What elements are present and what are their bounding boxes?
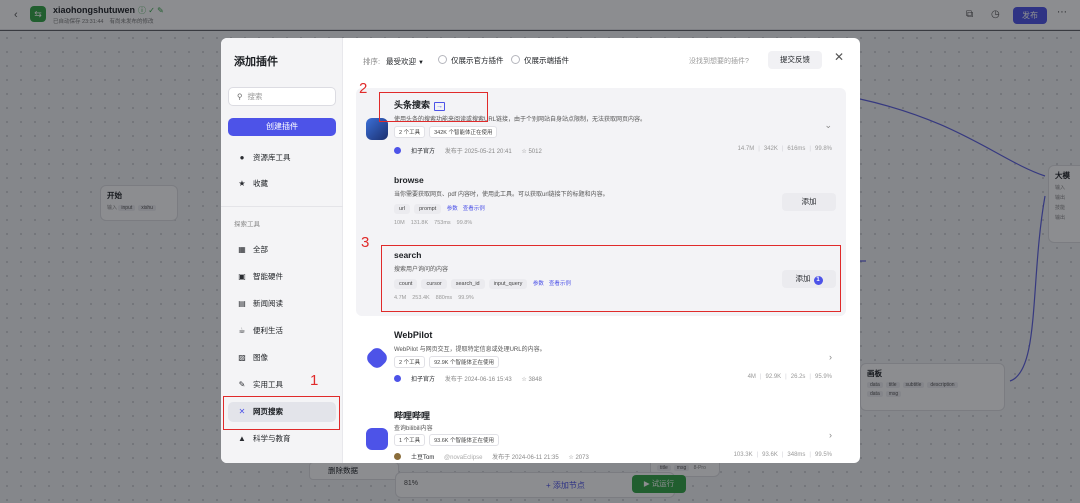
sidebar-item-web-search[interactable]: ✕ 网页搜索: [228, 402, 336, 422]
search-input[interactable]: ⚲ 搜索: [228, 87, 336, 106]
official-badge-icon: [394, 147, 401, 154]
annotation-number-3: 3: [361, 234, 370, 251]
sidebar-item-news[interactable]: ▤ 新闻阅读: [228, 294, 336, 314]
toutiao-plugin-icon: [366, 118, 388, 140]
sidebar-item-smart-hardware[interactable]: ▣ 智能硬件: [228, 267, 336, 287]
tool-row-search: search 搜索用户询问的内容 count cursor search_id inp…: [394, 250, 836, 301]
plugin-list[interactable]: 头条搜索 → 使用头条的搜索功能来阅读或搜索URL链接，由于个别网站自身站点限制，…: [343, 80, 860, 463]
plugin-name: WebPilot: [394, 330, 433, 340]
plugin-meta: 土豆Tom @novaEclipse 发布于 2024-06-11 21:35 …: [394, 452, 589, 461]
graduation-cap-icon: ▲: [238, 434, 246, 443]
plugin-tags: 2 个工具 92.9K 个智能体正在使用: [394, 356, 503, 368]
tool-params: url prompt 参数 查看示例: [394, 204, 836, 214]
annotation-number-2: 2: [359, 80, 368, 97]
chevron-right-icon[interactable]: ›: [829, 430, 832, 440]
example-link[interactable]: 查看示例: [549, 281, 571, 287]
tool-row-browse: browse 当你需要获取网页、pdf 内容时，使用此工具。可以获取url链接下…: [394, 175, 836, 226]
tool-description: 搜索用户询问的内容: [394, 267, 449, 273]
plugin-meta: 扣子官方 发布于 2024-06-16 15:43 ☆ 3848: [394, 374, 542, 383]
params-link[interactable]: 参数: [447, 206, 458, 212]
plugin-name: 哔哩哔哩: [394, 411, 431, 421]
favorite-count[interactable]: ☆ 2073: [568, 455, 588, 461]
tool-params: count cursor search_id input_query 参数 查看示例: [394, 279, 836, 289]
avatar: [394, 453, 401, 460]
sidebar-item-utilities[interactable]: ✎ 实用工具: [228, 375, 336, 395]
caret-down-icon: ▼: [418, 60, 424, 66]
book-icon: ▤: [238, 299, 246, 308]
tool-description: 当你需要获取网页、pdf 内容时，使用此工具。可以获取url链接下的标题和内容。: [394, 192, 609, 198]
plugin-description: 使用头条的搜索功能来阅读或搜索URL链接，由于个别网站自身站点限制，无法获取网页…: [394, 117, 647, 123]
sort-label: 排序:: [363, 57, 381, 66]
tool-stats: 10M 131.8K 753ms 99.8%: [394, 220, 473, 226]
added-count-badge: 1: [813, 276, 823, 285]
sidebar-item-favorites[interactable]: ★ 收藏: [228, 174, 336, 194]
feedback-button[interactable]: 提交反馈: [768, 51, 822, 69]
web-search-icon: ✕: [238, 407, 246, 416]
person-icon: ●: [239, 153, 245, 162]
plugin-main: 排序: 最受欢迎 ▼ 仅展示官方插件 仅展示端插件 没找到想要的插件? 提交反馈 …: [343, 38, 860, 463]
external-link-icon[interactable]: →: [434, 102, 446, 111]
plugin-description: WebPilot 与网页交互，提取特定信息或处理URL的内容。: [394, 347, 546, 353]
plugin-name: 头条搜索 →: [394, 100, 446, 111]
modal-title: 添加插件: [234, 56, 278, 68]
webpilot-plugin-icon: [364, 345, 390, 371]
cup-icon: ☕: [238, 326, 246, 335]
sidebar-item-science-education[interactable]: ▲ 科学与教育: [228, 429, 336, 449]
tool-stats: 4.7M 253.4K 880ms 99.9%: [394, 295, 474, 301]
example-link[interactable]: 查看示例: [463, 206, 485, 212]
favorite-count[interactable]: ☆ 3848: [521, 377, 541, 383]
sidebar-section-title: 探索工具: [234, 221, 260, 228]
plugin-tags: 1 个工具 93.6K 个智能体正在使用: [394, 434, 503, 446]
plugin-sidebar: 添加插件 ⚲ 搜索 创建插件 ● 资源库工具 ★ 收藏 探索工具 ▦ 全部 ▣ 智能硬件 …: [221, 38, 343, 463]
grid-icon: ▦: [238, 245, 246, 254]
plugin-card-webpilot[interactable]: WebPilot WebPilot 与网页交互，提取特定信息或处理URL的内容。…: [356, 328, 846, 398]
client-only-radio[interactable]: 仅展示端插件: [511, 55, 569, 66]
close-icon[interactable]: ✕: [834, 50, 844, 64]
add-plugin-modal: 添加插件 ⚲ 搜索 创建插件 ● 资源库工具 ★ 收藏 探索工具 ▦ 全部 ▣ 智能硬件 …: [221, 38, 860, 463]
sidebar-item-life[interactable]: ☕ 便利生活: [228, 321, 336, 341]
sidebar-item-all[interactable]: ▦ 全部: [228, 240, 336, 260]
tool-name: search: [394, 250, 422, 260]
sidebar-item-image[interactable]: ▨ 图像: [228, 348, 336, 368]
official-badge-icon: [394, 375, 401, 382]
params-link[interactable]: 参数: [533, 281, 544, 287]
sort-dropdown[interactable]: 最受欢迎 ▼: [386, 56, 424, 67]
star-icon: ★: [238, 179, 246, 188]
tool-name: browse: [394, 175, 424, 185]
image-icon: ▨: [238, 353, 246, 362]
filter-bar: 排序: 最受欢迎 ▼ 仅展示官方插件 仅展示端插件 没找到想要的插件? 提交反馈 …: [343, 38, 860, 80]
chip-icon: ▣: [238, 272, 246, 281]
chevron-right-icon[interactable]: ›: [829, 352, 832, 362]
plugin-card-toutiao[interactable]: 头条搜索 → 使用头条的搜索功能来阅读或搜索URL链接，由于个别网站自身站点限制，…: [356, 88, 846, 316]
plugin-card-bilibili[interactable]: 哔哩哔哩 查询bilibili内容 1 个工具 93.6K 个智能体正在使用 土豆…: [356, 406, 846, 463]
official-only-radio[interactable]: 仅展示官方插件: [438, 55, 504, 66]
plugin-stats: 103.3K | 93.6K | 348ms | 99.5%: [733, 452, 832, 458]
wrench-icon: ✎: [238, 380, 246, 389]
plugin-stats: 14.7M | 342K | 616ms | 99.8%: [737, 146, 832, 152]
add-search-button[interactable]: 添加 1: [782, 270, 836, 288]
plugin-tags: 2 个工具 342K 个智能体正在使用: [394, 126, 501, 138]
create-plugin-button[interactable]: 创建插件: [228, 118, 336, 136]
sidebar-divider: [221, 206, 343, 207]
plugin-meta: 扣子官方 发布于 2025-05-21 20:41 ☆ 5012: [394, 146, 542, 155]
favorite-count[interactable]: ☆ 5012: [521, 149, 541, 155]
add-browse-button[interactable]: 添加: [782, 193, 836, 211]
search-icon: ⚲: [237, 92, 243, 101]
collapse-chevron-icon[interactable]: ⌄: [824, 120, 832, 131]
plugin-stats: 4M | 92.9K | 26.2s | 95.9%: [747, 374, 832, 380]
annotation-number-1: 1: [310, 372, 319, 389]
bilibili-plugin-icon: [366, 428, 388, 450]
cant-find-text: 没找到想要的插件?: [689, 58, 749, 65]
plugin-description: 查询bilibili内容: [394, 426, 433, 432]
sidebar-item-resource-tools[interactable]: ● 资源库工具: [228, 148, 336, 168]
plugin-header-toutiao[interactable]: 头条搜索 → 使用头条的搜索功能来阅读或搜索URL链接，由于个别网站自身站点限制，…: [356, 88, 846, 166]
